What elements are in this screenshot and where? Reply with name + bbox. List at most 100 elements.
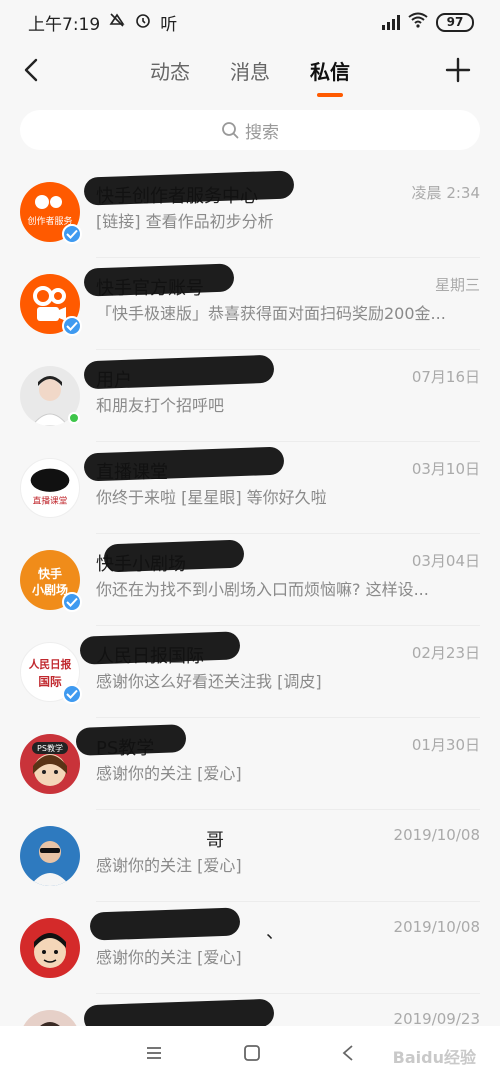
avatar-wrapper: 快手 小剧场 xyxy=(20,550,82,612)
avatar-wrapper xyxy=(20,826,80,886)
avatar xyxy=(20,918,80,978)
status-time: 上午7:19 xyxy=(28,14,101,35)
conversation-body: PS教学 01月30日 感谢你的关注 [爱心] xyxy=(75,718,480,810)
conversation-body: 人民日报国际 02月23日 感谢你这么好看还关注我 [调皮] xyxy=(79,626,480,718)
conversation-time: 07月16日 xyxy=(411,368,480,386)
plus-icon xyxy=(445,57,471,83)
conversation-item[interactable]: 哥 2019/10/08 感谢你的关注 [爱心] xyxy=(0,810,500,902)
search-placeholder: 搜索 xyxy=(245,122,279,143)
avatar-wrapper: 人民日报 国际 xyxy=(20,642,82,704)
tab-dynamic[interactable]: 动态 xyxy=(150,56,190,85)
conversation-item[interactable]: 快手官方账号 星期三 「快手极速版」恭喜获得面对面扫码奖励200金... xyxy=(0,258,500,350)
redaction-mark xyxy=(83,998,275,1026)
signal-icon xyxy=(382,14,400,30)
verified-badge-icon xyxy=(62,684,82,704)
battery-icon: 97 xyxy=(436,12,474,32)
search-bar[interactable]: 搜索 xyxy=(20,110,480,150)
home-button[interactable] xyxy=(243,1044,261,1066)
status-right: 97 xyxy=(382,12,474,33)
conversation-time: 01月30日 xyxy=(411,736,480,754)
tab-bar: 动态 消息 私信 xyxy=(0,56,500,85)
conversation-preview: 你终于来啦 [星星眼] 等你好久啦 xyxy=(96,488,327,507)
conversation-body: 快手创作者服务中心 凌晨 2:34 [链接] 查看作品初步分析 xyxy=(83,166,480,258)
conversation-body: 快手官方账号 星期三 「快手极速版」恭喜获得面对面扫码奖励200金... xyxy=(83,258,480,350)
redaction-mark xyxy=(75,724,187,756)
avatar-wrapper xyxy=(20,918,80,978)
conversation-body: 用户 07月16日 和朋友打个招呼吧 xyxy=(83,350,480,442)
menu-icon xyxy=(147,1047,161,1059)
conversation-name: 、 xyxy=(266,922,284,943)
conversation-item[interactable]: PS教学 PS教学 01月30日 感谢你的关注 [爱心] xyxy=(0,718,500,810)
mute-icon xyxy=(108,11,126,34)
avatar-wrapper: 创作者服务 xyxy=(20,182,82,244)
conversation-preview: 「快手极速版」恭喜获得面对面扫码奖励200金... xyxy=(96,304,446,323)
conversation-name: 哥 xyxy=(206,830,224,851)
system-navigation-bar: Baidu经验 xyxy=(0,1026,500,1084)
conversation-item[interactable]: 创作者服务 快手创作者服务中心 凌晨 2:34 [链接] 查看作品初步分析 xyxy=(0,166,500,258)
conversation-body: 2019/09/23 xyxy=(83,994,480,1026)
conversation-preview: 感谢你的关注 [爱心] xyxy=(96,948,242,967)
redaction-mark xyxy=(103,539,245,573)
conversation-item[interactable]: 快手小剧场 快手小剧场 03月04日 你还在为找不到小剧场入口而烦恼嘛? 这样设… xyxy=(0,534,500,626)
redaction-mark xyxy=(79,631,241,665)
avatar: 直播课堂 xyxy=(20,458,80,518)
redaction-mark xyxy=(83,354,275,390)
conversation-time: 03月10日 xyxy=(411,460,480,478)
online-status-dot xyxy=(68,412,80,424)
verified-badge-icon xyxy=(62,592,82,612)
conversation-time: 2019/10/08 xyxy=(393,826,480,844)
avatar xyxy=(20,826,80,886)
svg-text:小剧场: 小剧场 xyxy=(32,582,68,597)
conversation-time: 星期三 xyxy=(434,276,480,294)
avatar: PS教学 xyxy=(20,734,80,794)
conversation-item[interactable]: 用户 07月16日 和朋友打个招呼吧 xyxy=(0,350,500,442)
avatar xyxy=(20,1010,80,1026)
conversation-preview: 和朋友打个招呼吧 xyxy=(96,396,225,415)
conversation-item[interactable]: 人民日报国际 人民日报国际 02月23日 感谢你这么好看还关注我 [调皮] xyxy=(0,626,500,718)
menu-button[interactable] xyxy=(145,1045,163,1065)
watermark: Baidu经验 xyxy=(392,1048,476,1067)
verified-badge-icon xyxy=(62,224,82,244)
conversation-body: 、 2019/10/08 感谢你的关注 [爱心] xyxy=(89,902,480,994)
redaction-mark xyxy=(89,907,241,941)
conversation-item[interactable]: 直播课堂 直播课堂 03月10日 你终于来啦 [星星眼] 等你好久啦 xyxy=(0,442,500,534)
conversation-time: 凌晨 2:34 xyxy=(411,184,480,202)
tab-private-messages[interactable]: 私信 xyxy=(310,56,350,85)
conversation-time: 2019/09/23 xyxy=(393,1010,480,1026)
conversation-preview: 感谢你的关注 [爱心] xyxy=(96,856,242,875)
top-nav: 动态 消息 私信 xyxy=(0,44,500,100)
redaction-mark xyxy=(83,263,235,297)
conversation-time: 2019/10/08 xyxy=(393,918,480,936)
conversation-preview: [链接] 查看作品初步分析 xyxy=(96,212,274,231)
avatar-wrapper: PS教学 xyxy=(20,734,80,794)
back-nav-button[interactable] xyxy=(341,1044,355,1066)
conversation-preview: 感谢你的关注 [爱心] xyxy=(96,764,242,783)
home-square-icon xyxy=(244,1045,260,1061)
avatar-wrapper xyxy=(20,366,80,426)
conversation-time: 02月23日 xyxy=(411,644,480,662)
status-bar: 上午7:19 听 97 xyxy=(0,0,500,44)
conversation-body: 直播课堂 03月10日 你终于来啦 [星星眼] 等你好久啦 xyxy=(83,442,480,534)
svg-text:人民日报: 人民日报 xyxy=(29,658,72,671)
svg-text:快手: 快手 xyxy=(38,566,62,581)
svg-text:国际: 国际 xyxy=(38,675,62,689)
back-triangle-icon xyxy=(342,1045,353,1061)
verified-badge-icon xyxy=(62,316,82,336)
svg-text:PS教学: PS教学 xyxy=(37,743,63,753)
add-button[interactable] xyxy=(442,54,474,86)
conversation-preview: 你还在为找不到小剧场入口而烦恼嘛? 这样设... xyxy=(96,580,429,599)
redaction-mark xyxy=(83,446,285,482)
conversation-list[interactable]: 创作者服务 快手创作者服务中心 凌晨 2:34 [链接] 查看作品初步分析 快手… xyxy=(0,166,500,1026)
audio-label: 听 xyxy=(160,14,178,35)
avatar-wrapper xyxy=(20,1010,80,1026)
wifi-icon xyxy=(408,12,428,33)
tab-messages[interactable]: 消息 xyxy=(230,56,270,85)
redaction-mark xyxy=(83,170,295,206)
conversation-preview: 感谢你这么好看还关注我 [调皮] xyxy=(96,672,322,691)
conversation-item[interactable]: 2019/09/23 xyxy=(0,994,500,1026)
conversation-item[interactable]: 、 2019/10/08 感谢你的关注 [爱心] xyxy=(0,902,500,994)
conversation-body: 快手小剧场 03月04日 你还在为找不到小剧场入口而烦恼嘛? 这样设... xyxy=(96,534,480,626)
avatar-wrapper: 直播课堂 xyxy=(20,458,80,518)
avatar-text: 直播课堂 xyxy=(33,494,68,506)
status-left: 上午7:19 听 xyxy=(28,10,177,35)
